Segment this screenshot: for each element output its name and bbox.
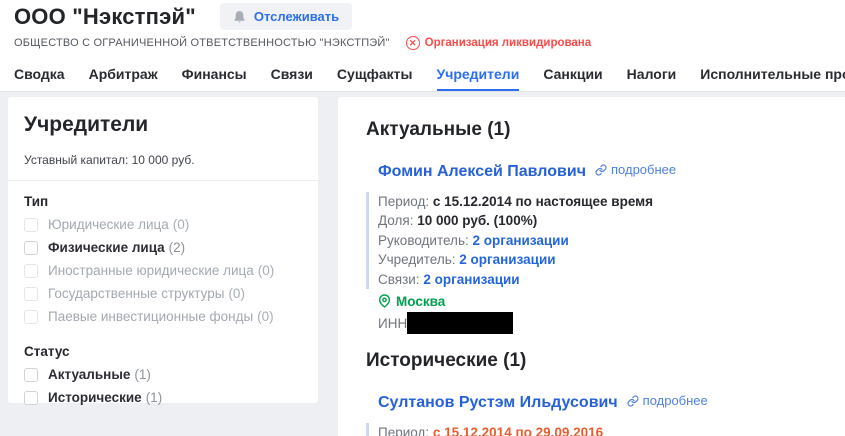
checkbox[interactable] (24, 241, 38, 255)
filter-label: Паевые инвестиционные фонды (48, 309, 253, 324)
redacted-inn-value (407, 312, 513, 334)
checkbox[interactable] (24, 391, 38, 405)
detail-label: Учредитель: (378, 252, 456, 267)
tab-svodka[interactable]: Сводка (14, 57, 65, 91)
more-details-link[interactable]: подробнее (595, 162, 676, 177)
historical-section-heading: Исторические (1) (366, 350, 835, 372)
filter-foreign-legal-entities[interactable]: Иностранные юридические лица (0) (24, 263, 302, 278)
company-page: ООО "Нэкстпэй" Отслеживать ОБЩЕСТВО С ОГ… (0, 0, 845, 436)
inn-row: ИНН (378, 312, 835, 334)
more-details-label: подробнее (611, 162, 676, 177)
filter-count: (0) (258, 263, 275, 278)
tab-finansy[interactable]: Финансы (182, 57, 247, 91)
filter-label: Исторические (48, 390, 142, 405)
tab-arbitrazh[interactable]: Арбитраж (89, 57, 158, 91)
filter-actual[interactable]: Актуальные (1) (24, 367, 302, 382)
page-title: ООО "Нэкстпэй" (14, 4, 196, 30)
detail-label: Период: (378, 425, 429, 436)
founder-orgs-link[interactable]: 2 организации (459, 252, 555, 267)
filter-count: (0) (173, 217, 190, 232)
liquidated-status-badge: ✕ Организация ликвидирована (406, 36, 592, 50)
filter-count: (0) (228, 286, 245, 301)
more-details-label: подробнее (643, 393, 708, 408)
filter-label: Физические лица (48, 240, 165, 255)
founder-entry-historical: Султанов Рустэм Ильдусович подробнее Пер… (366, 393, 835, 436)
tab-svyazi[interactable]: Связи (271, 57, 313, 91)
charter-capital: Уставный капитал: 10 000 руб. (24, 153, 302, 167)
detail-label: Доля: (378, 213, 413, 228)
panel-title: Учредители (24, 113, 302, 137)
tab-suschfakty[interactable]: Сущфакты (337, 57, 413, 91)
company-full-name: ОБЩЕСТВО С ОГРАНИЧЕННОЙ ОТВЕТСТВЕННОСТЬЮ… (14, 37, 390, 49)
founder-details-block: Период: с 15.12.2014 по настоящее время … (366, 192, 835, 290)
checkbox[interactable] (24, 368, 38, 382)
tab-sankcii[interactable]: Санкции (543, 57, 602, 91)
divider (8, 180, 318, 181)
detail-value-share: 10 000 руб. (100%) (417, 213, 537, 228)
founder-details-block: Период: с 15.12.2014 по 29.09.2016 (366, 423, 835, 436)
founder-entry-actual: Фомин Алексей Павлович подробнее Период:… (366, 162, 835, 334)
actual-section-heading: Актуальные (1) (366, 119, 835, 141)
page-header: ООО "Нэкстпэй" Отслеживать ОБЩЕСТВО С ОГ… (0, 0, 845, 92)
checkbox[interactable] (24, 264, 38, 278)
follow-button[interactable]: Отслеживать (220, 3, 352, 30)
filter-label: Актуальные (48, 367, 130, 382)
x-circle-icon: ✕ (406, 36, 420, 50)
founders-filter-panel: Учредители Уставный капитал: 10 000 руб.… (8, 97, 318, 403)
follow-button-label: Отслеживать (254, 9, 339, 24)
founder-name-link[interactable]: Султанов Рустэм Ильдусович (378, 394, 618, 412)
geo-city-label: Москва (396, 294, 445, 309)
link-icon (627, 395, 639, 407)
filter-historical[interactable]: Исторические (1) (24, 390, 302, 405)
detail-label: Руководитель: (378, 233, 469, 248)
filter-investment-funds[interactable]: Паевые инвестиционные фонды (0) (24, 309, 302, 324)
geo-location-link[interactable]: Москва (378, 294, 835, 309)
link-icon (595, 164, 607, 176)
status-filter-label: Статус (24, 344, 302, 359)
filter-count: (1) (146, 390, 163, 405)
detail-value-period-historical: с 15.12.2014 по 29.09.2016 (433, 425, 603, 436)
checkbox[interactable] (24, 218, 38, 232)
tab-nalogi[interactable]: Налоги (627, 57, 677, 91)
map-pin-icon (378, 294, 391, 309)
connections-orgs-link[interactable]: 2 организации (423, 272, 519, 287)
manager-orgs-link[interactable]: 2 организации (473, 233, 569, 248)
type-filter-label: Тип (24, 194, 302, 209)
inn-label: ИНН (378, 316, 407, 331)
tab-bar: Сводка Арбитраж Финансы Связи Сущфакты У… (0, 57, 845, 92)
detail-label: Период: (378, 194, 429, 209)
detail-value-period: с 15.12.2014 по настоящее время (433, 194, 653, 209)
liquidated-status-label: Организация ликвидирована (425, 37, 592, 49)
tab-ispolnitelnye-proizvodstva[interactable]: Исполнительные производства (700, 57, 845, 91)
filter-state-structures[interactable]: Государственные структуры (0) (24, 286, 302, 301)
filter-count: (2) (169, 240, 186, 255)
filter-label: Иностранные юридические лица (48, 263, 254, 278)
filter-legal-entities[interactable]: Юридические лица (0) (24, 217, 302, 232)
checkbox[interactable] (24, 310, 38, 324)
tab-uchrediteli[interactable]: Учредители (437, 57, 520, 91)
founders-list-panel: Актуальные (1) Фомин Алексей Павлович по… (338, 97, 845, 436)
filter-individuals[interactable]: Физические лица (2) (24, 240, 302, 255)
filter-label: Государственные структуры (48, 286, 224, 301)
filter-count: (0) (257, 309, 274, 324)
more-details-link[interactable]: подробнее (627, 393, 708, 408)
bell-icon (233, 10, 246, 24)
checkbox[interactable] (24, 287, 38, 301)
filter-count: (1) (134, 367, 151, 382)
founder-name-link[interactable]: Фомин Алексей Павлович (378, 163, 586, 181)
detail-label: Связи: (378, 272, 420, 287)
filter-label: Юридические лица (48, 217, 169, 232)
